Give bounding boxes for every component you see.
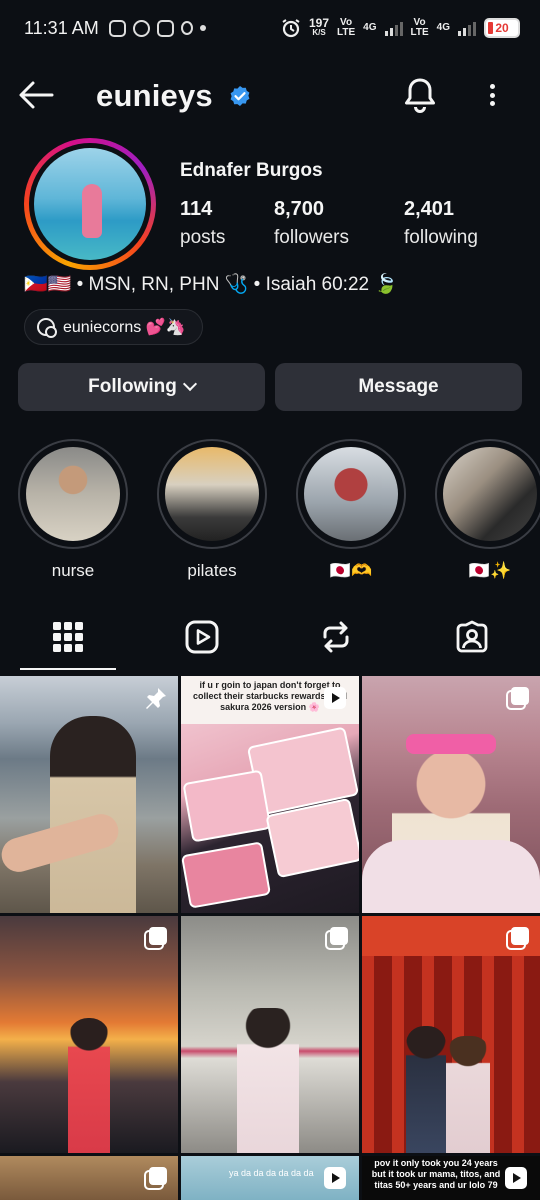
messenger-icon: [132, 19, 150, 37]
carousel-icon: [325, 927, 348, 950]
network-type-1: 4G: [363, 22, 377, 33]
following-button-label: Following: [88, 376, 177, 397]
threads-icon: [37, 318, 57, 338]
posts-label: posts: [180, 227, 226, 248]
notifications-bell-icon[interactable]: [402, 76, 438, 114]
highlight-label: nurse: [51, 561, 95, 580]
highlight-cover: [443, 447, 537, 541]
post-tile[interactable]: [0, 676, 178, 913]
tab-posts-grid[interactable]: [20, 604, 116, 670]
network-speed: 197 K/S: [308, 16, 329, 37]
chevron-down-icon: [182, 376, 197, 392]
profile-tabs: [0, 604, 540, 674]
notification-icons: [108, 19, 206, 37]
volte-2: Vo LTE: [410, 17, 429, 38]
volte-1: Vo LTE: [337, 17, 356, 38]
post-tile[interactable]: [0, 916, 178, 1153]
status-time: 11:31 AM: [24, 17, 99, 38]
battery-level: 20: [495, 21, 509, 35]
back-arrow-icon[interactable]: [18, 80, 54, 110]
threads-link[interactable]: euniecorns 💕🦄: [24, 309, 203, 345]
pinned-icon: [146, 688, 166, 709]
post-tile[interactable]: [0, 1156, 178, 1200]
active-tab-indicator: [20, 668, 116, 670]
repost-icon: [323, 621, 349, 653]
highlight-cover: [26, 447, 120, 541]
more-notifications-dot-icon: [199, 25, 206, 31]
post-tile[interactable]: ya da da da da da da: [181, 1156, 359, 1200]
verified-badge-icon: [230, 86, 250, 106]
highlight-label: 🇯🇵✨: [468, 561, 512, 580]
highlight-cover: [304, 447, 398, 541]
followers-count: 8,700: [274, 198, 325, 220]
signal-2-icon: [458, 20, 476, 36]
following-button[interactable]: Following: [18, 363, 265, 411]
grid-icon: [53, 622, 83, 652]
post-tile[interactable]: if u r goin to japan don't forget to col…: [181, 676, 359, 913]
tab-reels[interactable]: [154, 604, 250, 670]
username: eunieys: [96, 78, 213, 113]
instagram-icon: [108, 19, 126, 37]
post-tile[interactable]: [181, 916, 359, 1153]
reels-icon: [185, 620, 219, 654]
reel-icon: [324, 1167, 346, 1189]
tab-reposts[interactable]: [288, 604, 384, 670]
tab-tagged[interactable]: [424, 604, 520, 670]
highlight-pilates[interactable]: pilates: [157, 439, 267, 581]
followers-stat[interactable]: 8,700 followers: [274, 198, 349, 249]
post-tile[interactable]: [362, 916, 540, 1153]
highlight-japan-2[interactable]: 🇯🇵✨: [435, 439, 540, 581]
status-right: 197 K/S Vo LTE 4G Vo LTE 4G 20: [281, 16, 520, 38]
profile-header: eunieys: [0, 66, 540, 126]
following-stat[interactable]: 2,401 following: [404, 198, 478, 249]
signal-1-icon: [384, 20, 403, 36]
carousel-icon: [144, 927, 167, 950]
carousel-icon: [144, 1167, 167, 1190]
profile-avatar-story-ring[interactable]: [24, 138, 156, 270]
posts-count: 114: [180, 198, 213, 220]
full-name: Ednafer Burgos: [180, 160, 323, 181]
reel-icon: [324, 687, 346, 709]
reel-icon: [505, 1167, 527, 1189]
carousel-icon: [506, 927, 529, 950]
message-button-label: Message: [358, 376, 439, 397]
threads-handle: euniecorns 💕🦄: [63, 319, 186, 336]
highlight-japan-1[interactable]: 🇯🇵🫶: [296, 439, 406, 581]
message-button[interactable]: Message: [275, 363, 522, 411]
following-count: 2,401: [404, 198, 455, 220]
battery-icon: 20: [484, 18, 520, 38]
tagged-person-icon: [456, 620, 488, 653]
followers-label: followers: [274, 227, 349, 248]
bio: 🇵🇭🇺🇸 • MSN, RN, PHN 🩺 • Isaiah 60:22 🍃: [24, 274, 399, 295]
post-tile[interactable]: pov it only took you 24 years but it too…: [362, 1156, 540, 1200]
network-type-2: 4G: [436, 22, 450, 33]
status-bar: 11:31 AM 197 K/S Vo LTE 4G Vo LTE 4G 20: [0, 0, 540, 56]
shopee-icon: [156, 19, 174, 37]
profile-avatar: [34, 148, 146, 260]
post-tile[interactable]: [362, 676, 540, 913]
carousel-icon: [506, 687, 529, 710]
more-options-icon[interactable]: [482, 80, 502, 110]
following-label: following: [404, 227, 478, 248]
highlight-label: 🇯🇵🫶: [329, 561, 373, 580]
water-drop-icon: [180, 21, 193, 35]
highlight-nurse[interactable]: nurse: [18, 439, 128, 581]
highlight-label: pilates: [187, 561, 237, 580]
highlight-cover: [165, 447, 259, 541]
alarm-icon: [282, 19, 300, 38]
posts-stat[interactable]: 114 posts: [180, 198, 225, 249]
